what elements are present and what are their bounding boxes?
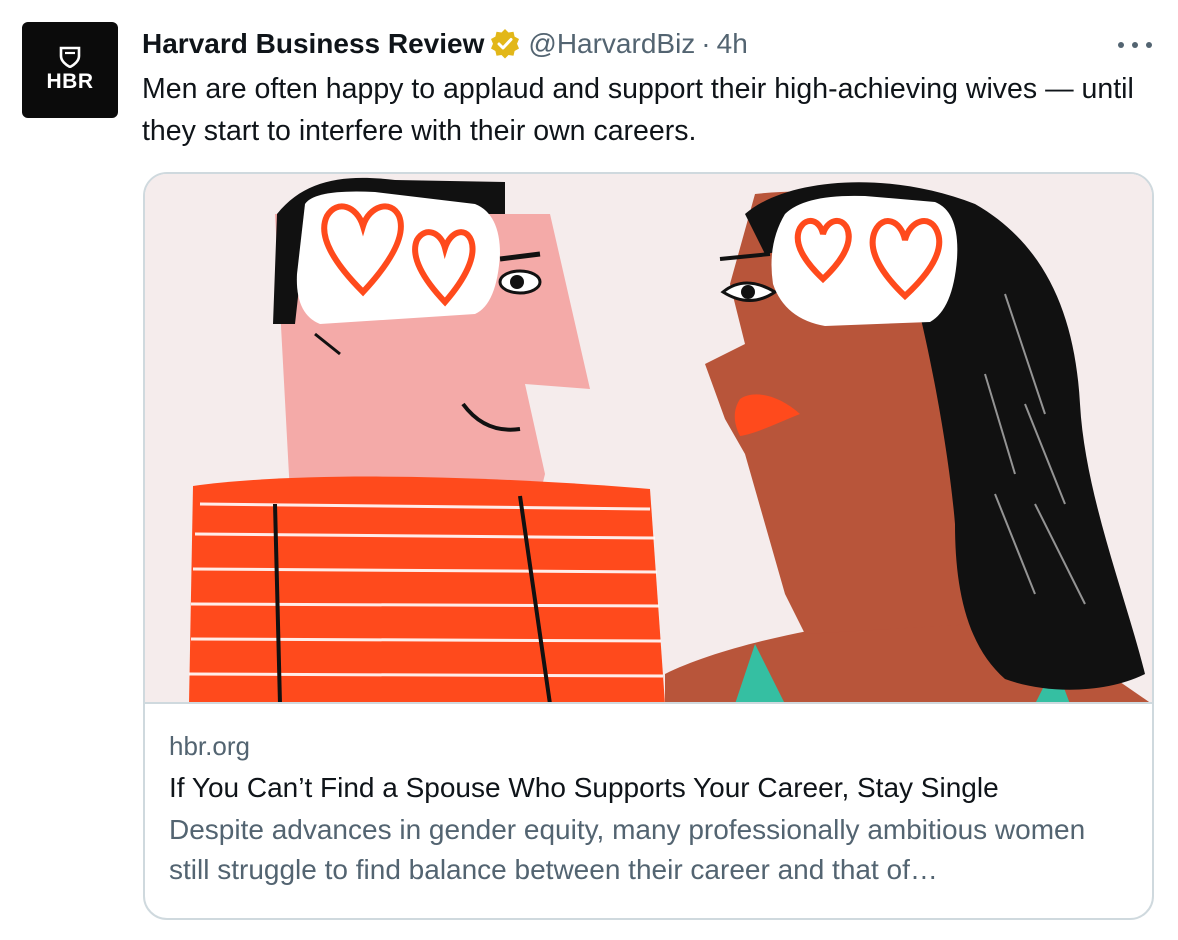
card-description: Despite advances in gender equity, many … [169,814,1086,885]
card-title: If You Can’t Find a Spouse Who Supports … [169,772,999,803]
tweet[interactable]: HBR Harvard Business Review @HarvardBiz … [0,0,1178,940]
tweet-header: Harvard Business Review @HarvardBiz · 4h [142,24,748,64]
verified-badge-icon[interactable] [488,27,522,61]
handle[interactable]: @HarvardBiz [528,28,695,60]
separator-dot: · [701,28,711,59]
timestamp[interactable]: 4h [717,28,748,60]
more-options-icon[interactable] [1118,30,1152,60]
avatar-text: HBR [46,70,94,93]
man-shirt [189,476,665,702]
hbr-crest-icon [59,46,81,68]
display-name[interactable]: Harvard Business Review [142,28,484,60]
card-illustration[interactable] [145,174,1152,704]
link-card[interactable]: hbr.org If You Can’t Find a Spouse Who S… [143,172,1154,920]
card-meta[interactable]: hbr.org If You Can’t Find a Spouse Who S… [169,726,1129,890]
tweet-text: Men are often happy to applaud and suppo… [142,73,1134,147]
avatar[interactable]: HBR [22,22,118,118]
woman-heart-eye-patch [771,195,958,326]
couple-illustration-image [145,174,1152,702]
card-domain: hbr.org [169,731,250,761]
